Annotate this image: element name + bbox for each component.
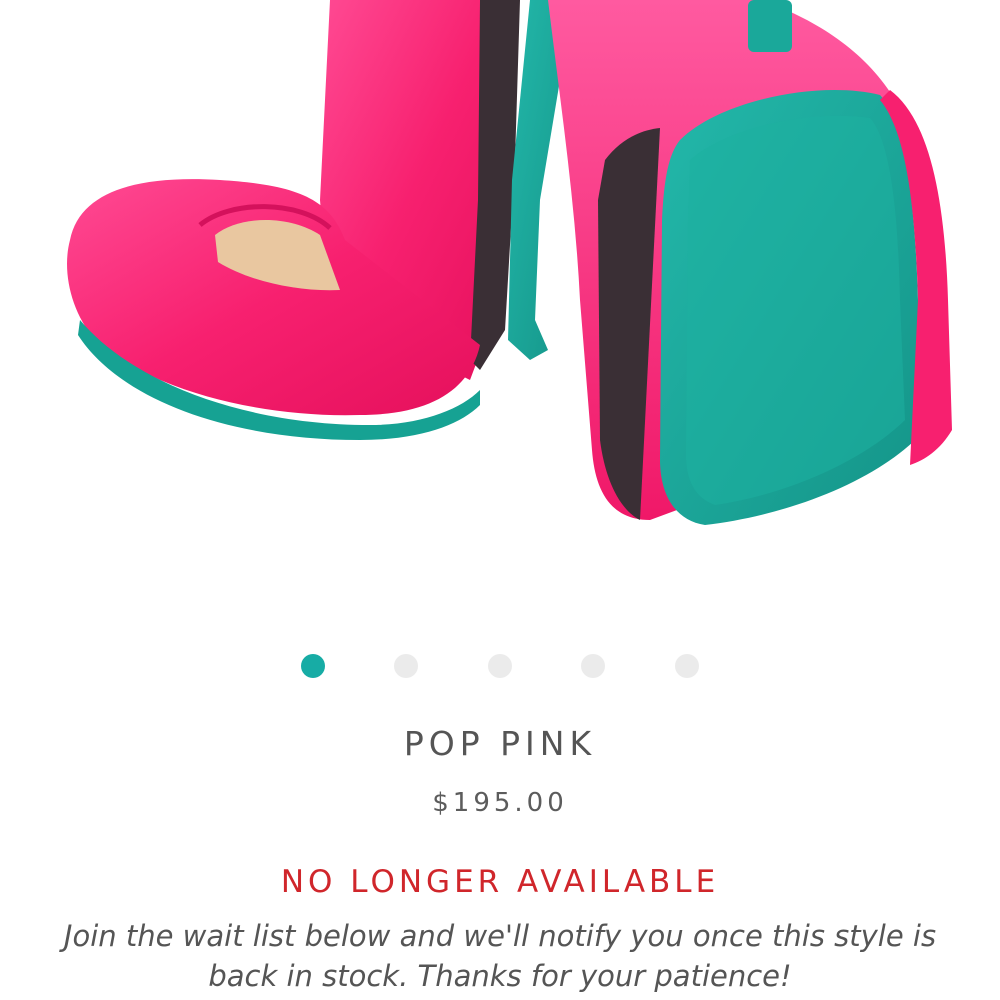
carousel-dot-4[interactable] (581, 654, 605, 678)
product-page: POP PINK $195.00 NO LONGER AVAILABLE Joi… (0, 0, 1000, 1000)
carousel-dot-3[interactable] (488, 654, 512, 678)
product-name: POP PINK (403, 724, 597, 763)
carousel-dot-1[interactable] (301, 654, 325, 678)
availability-status: NO LONGER AVAILABLE (280, 864, 720, 900)
waitlist-message: Join the wait list below and we'll notif… (63, 919, 937, 993)
carousel-dot-2[interactable] (394, 654, 418, 678)
product-price: $195.00 (432, 788, 568, 818)
carousel-dot-5[interactable] (675, 654, 699, 678)
product-image[interactable] (0, 0, 1000, 620)
carousel-dots (0, 654, 1000, 678)
